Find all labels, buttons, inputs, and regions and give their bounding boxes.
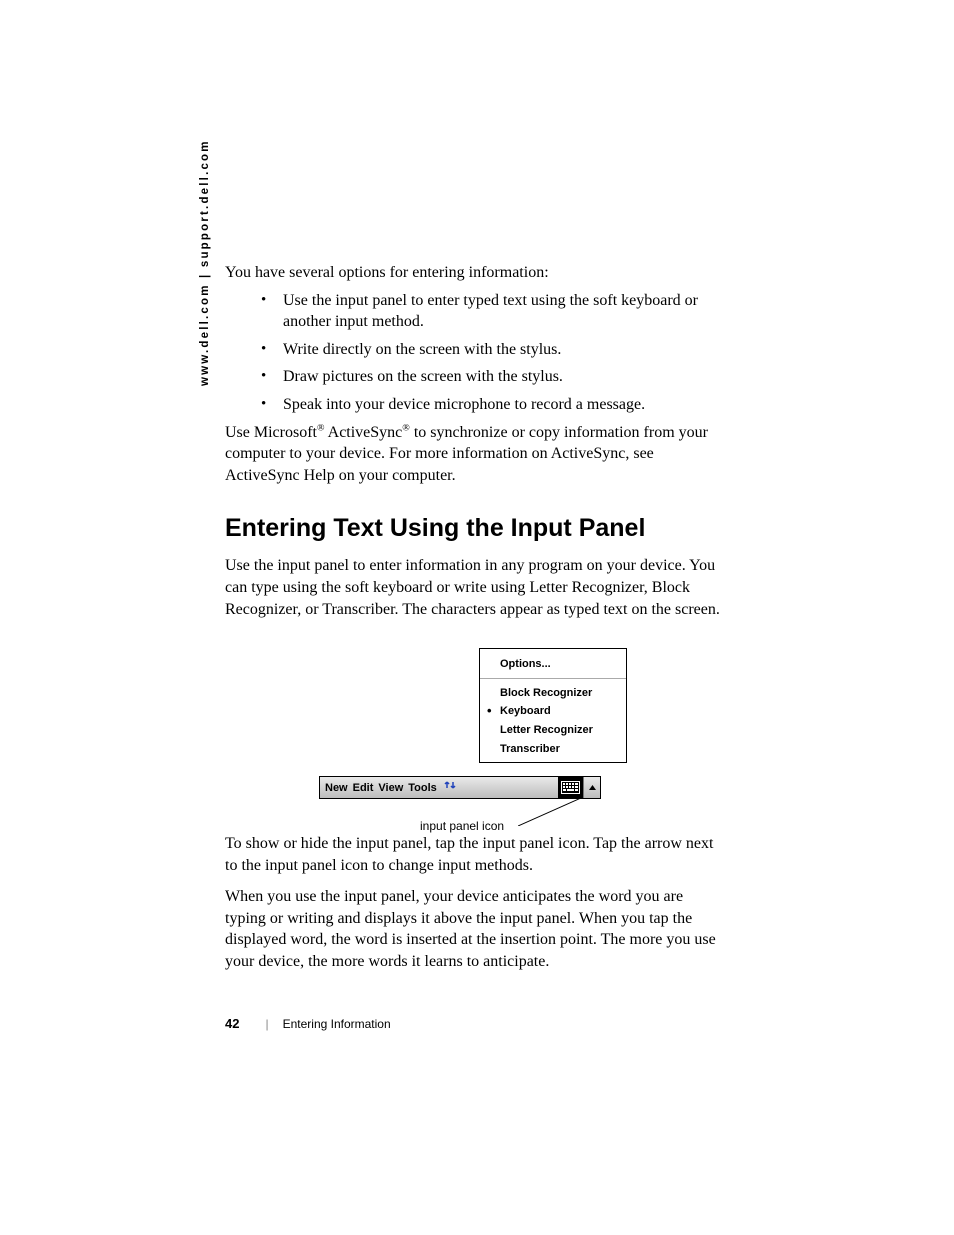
menu-new[interactable]: New bbox=[325, 782, 348, 794]
taskbar-menus: New Edit View Tools bbox=[320, 782, 437, 794]
menu-divider bbox=[480, 678, 626, 679]
list-item: Write directly on the screen with the st… bbox=[283, 339, 725, 361]
menu-item-options[interactable]: Options... bbox=[480, 655, 626, 674]
menu-item-letter-recognizer[interactable]: Letter Recognizer bbox=[480, 721, 626, 740]
paragraph-anticipate: When you use the input panel, your devic… bbox=[225, 886, 725, 972]
list-item: Draw pictures on the screen with the sty… bbox=[283, 366, 725, 388]
menu-edit[interactable]: Edit bbox=[353, 782, 374, 794]
registered-icon: ® bbox=[402, 422, 410, 433]
input-panel-figure: Options... Block Recognizer Keyboard Let… bbox=[225, 648, 725, 858]
page-footer: 42 | Entering Information bbox=[225, 1016, 391, 1031]
heading-paragraph: Use the input panel to enter information… bbox=[225, 555, 725, 620]
below-figure-content: To show or hide the input panel, tap the… bbox=[225, 833, 725, 983]
sidebar-url-text: www.dell.com | support.dell.com bbox=[199, 139, 211, 386]
menu-item-keyboard[interactable]: Keyboard bbox=[480, 702, 626, 721]
page-number: 42 bbox=[225, 1016, 239, 1031]
input-method-menu: Options... Block Recognizer Keyboard Let… bbox=[479, 648, 627, 763]
menu-view[interactable]: View bbox=[378, 782, 403, 794]
text-fragment: ActiveSync bbox=[325, 424, 403, 441]
chapter-name: Entering Information bbox=[283, 1017, 391, 1031]
menu-tools[interactable]: Tools bbox=[408, 782, 437, 794]
sync-arrows-icon[interactable] bbox=[443, 779, 457, 794]
text-fragment: Use Microsoft bbox=[225, 424, 317, 441]
section-heading: Entering Text Using the Input Panel bbox=[225, 514, 725, 543]
footer-separator: | bbox=[239, 1017, 282, 1031]
menu-item-block-recognizer[interactable]: Block Recognizer bbox=[480, 684, 626, 703]
intro-paragraph: You have several options for entering in… bbox=[225, 262, 725, 284]
list-item: Speak into your device microphone to rec… bbox=[283, 394, 725, 416]
taskbar: New Edit View Tools bbox=[319, 776, 601, 799]
menu-item-transcriber[interactable]: Transcriber bbox=[480, 740, 626, 759]
paragraph-show-hide: To show or hide the input panel, tap the… bbox=[225, 833, 725, 876]
registered-icon: ® bbox=[317, 422, 325, 433]
main-content: You have several options for entering in… bbox=[225, 262, 725, 858]
figure-caption: input panel icon bbox=[420, 819, 504, 833]
list-item: Use the input panel to enter typed text … bbox=[283, 290, 725, 333]
callout-line-icon bbox=[518, 798, 581, 826]
activesync-paragraph: Use Microsoft® ActiveSync® to synchroniz… bbox=[225, 422, 725, 487]
options-list: Use the input panel to enter typed text … bbox=[225, 290, 725, 416]
input-method-arrow-button[interactable] bbox=[583, 777, 600, 798]
input-panel-icon[interactable] bbox=[558, 777, 583, 798]
